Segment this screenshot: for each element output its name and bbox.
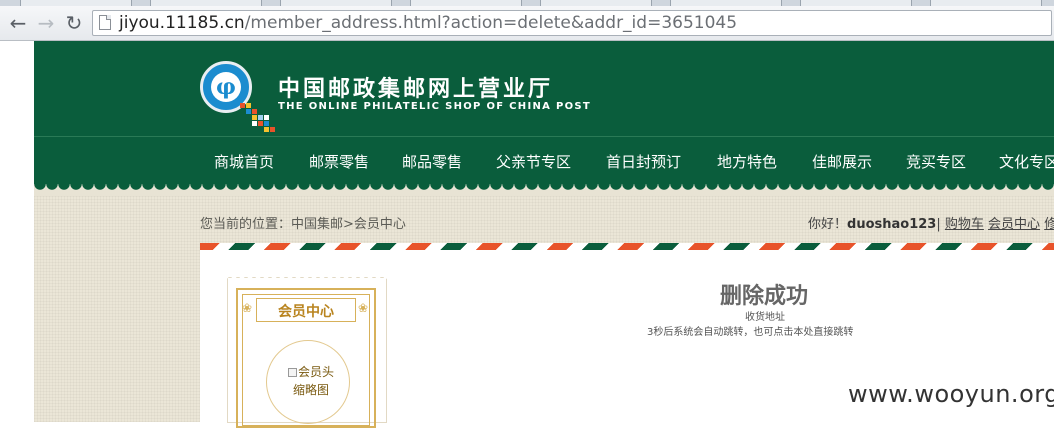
arrow-left-icon: ←	[9, 11, 27, 35]
site-header: φ 中国邮政集邮网上营业厅 THE ONLINE PHILATELIC SHOP…	[34, 41, 1054, 136]
url-text[interactable]: jiyou.11185.cn/member_address.html?actio…	[119, 13, 737, 33]
broken-image-icon	[287, 368, 297, 377]
redirect-link[interactable]: 3秒后系统会自动跳转，也可点击本处直接跳转	[647, 323, 853, 338]
ornament-icon: ❀	[358, 301, 369, 315]
url-path: /member_address.html?action=delete&addr_…	[244, 13, 738, 33]
nav-item-fathers-day[interactable]: 父亲节专区	[496, 151, 571, 172]
reload-button[interactable]: ↻	[62, 12, 86, 34]
nav-item-first-day-cover[interactable]: 首日封预订	[606, 151, 681, 172]
reload-icon: ↻	[65, 11, 83, 35]
avatar-alt-text: 会员头 缩略图	[279, 363, 343, 399]
nav-item-auction[interactable]: 竞买专区	[906, 151, 966, 172]
arrow-right-icon: →	[37, 11, 55, 35]
nav-item-showcase[interactable]: 佳邮展示	[812, 151, 872, 172]
message-title: 删除成功	[720, 284, 809, 309]
nav-item-philatelic-goods[interactable]: 邮品零售	[402, 151, 462, 172]
edit-link[interactable]: 修	[1044, 217, 1054, 232]
site-subtitle: THE ONLINE PHILATELIC SHOP OF CHINA POST	[278, 101, 592, 112]
logo-mosaic-icon	[240, 103, 275, 137]
member-sidebar-stamp: ❀ 会员中心 ❀ 会员头 缩略图	[222, 272, 392, 428]
nav-item-local-specialty[interactable]: 地方特色	[717, 151, 777, 172]
message-subtitle: 收货地址	[745, 312, 785, 323]
breadcrumb: 您当前的位置：中国集邮>会员中心	[200, 217, 406, 232]
ornament-icon: ❀	[242, 301, 253, 315]
nav-item-stamps[interactable]: 邮票零售	[309, 151, 369, 172]
sidebar-title-box: 会员中心	[256, 298, 356, 322]
stamp-perforation	[222, 272, 392, 280]
stamp-frame: ❀ 会员中心 ❀ 会员头 缩略图	[236, 288, 376, 428]
watermark: www.wooyun.org	[848, 380, 1054, 408]
member-center-link[interactable]: 会员中心	[988, 217, 1040, 232]
avatar-alt-line2: 缩略图	[292, 383, 329, 397]
main-nav: 商城首页 邮票零售 邮品零售 父亲节专区 首日封预订 地方特色 佳邮展示 竞买专…	[34, 137, 1054, 185]
site-title[interactable]: 中国邮政集邮网上营业厅	[278, 71, 553, 103]
avatar[interactable]: 会员头 缩略图	[266, 340, 350, 424]
avatar-alt-line1: 会员头	[297, 365, 334, 379]
username: duoshao123	[847, 217, 937, 232]
forward-button[interactable]: →	[34, 12, 58, 34]
page-left-gutter	[0, 41, 34, 422]
sidebar-title[interactable]: 会员中心	[257, 301, 355, 321]
airmail-border	[200, 243, 1054, 250]
url-host: jiyou.11185.cn	[119, 13, 245, 33]
page-icon	[99, 15, 111, 30]
back-button[interactable]: ←	[6, 12, 30, 34]
cart-link[interactable]: 购物车	[945, 217, 984, 232]
scalloped-edge	[34, 184, 1054, 196]
nav-item-home[interactable]: 商城首页	[214, 151, 274, 172]
browser-toolbar: ← → ↻ jiyou.11185.cn/member_address.html…	[0, 6, 1054, 41]
logo-glyph: φ	[216, 74, 236, 100]
user-bar-separator: |	[936, 217, 941, 232]
nav-item-culture[interactable]: 文化专区	[999, 151, 1054, 172]
address-bar[interactable]: jiyou.11185.cn/member_address.html?actio…	[92, 10, 1052, 36]
greeting-text: 你好！	[808, 217, 848, 232]
user-bar: 你好！duoshao123| 购物车 会员中心 修	[808, 213, 1054, 232]
